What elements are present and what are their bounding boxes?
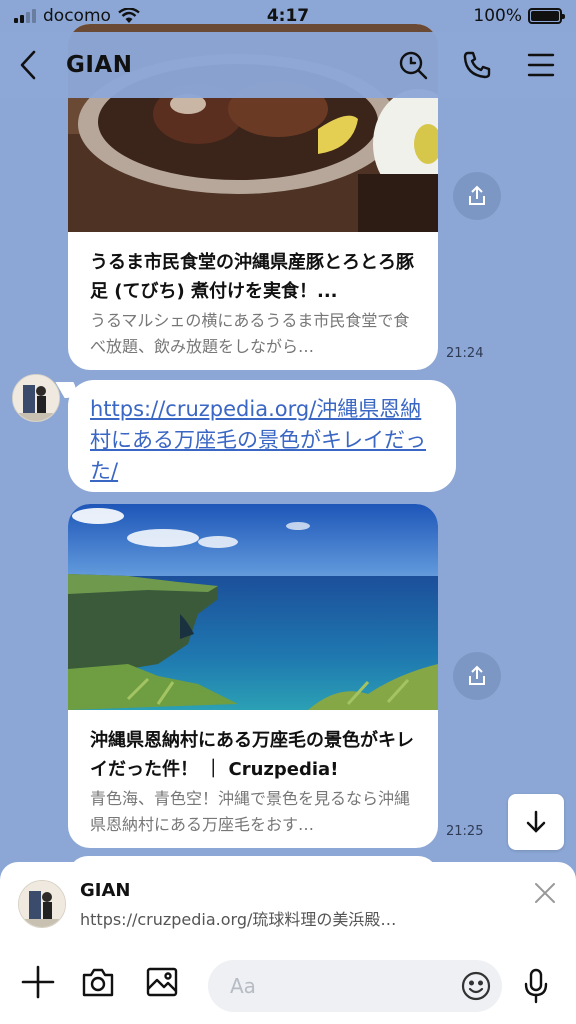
avatar <box>18 880 66 928</box>
search-button[interactable] <box>396 48 430 82</box>
message-time: 21:24 <box>446 346 484 361</box>
emoji-button[interactable] <box>456 966 496 1006</box>
emoji-icon <box>461 971 491 1001</box>
phone-icon <box>463 51 491 79</box>
share-button[interactable] <box>453 652 501 700</box>
menu-button[interactable] <box>524 48 558 82</box>
battery-icon <box>528 8 565 24</box>
status-bar: docomo 4:17 100% <box>0 0 576 32</box>
menu-icon <box>527 53 555 77</box>
image-icon <box>146 967 178 997</box>
reply-preview-text: https://cruzpedia.org/琉球料理の美浜殿… <box>80 910 397 929</box>
avatar[interactable] <box>12 374 60 422</box>
chat-title: GIAN <box>66 52 133 78</box>
scroll-to-bottom-button[interactable] <box>508 794 564 850</box>
microphone-button[interactable] <box>516 964 556 1008</box>
add-button[interactable] <box>16 960 60 1004</box>
link-preview-card[interactable]: 沖縄県恩納村にある万座毛の景色がキレイだった件！ ｜ Cruzpedia! 青色… <box>68 504 438 848</box>
signal-icon <box>14 9 36 23</box>
chat-area[interactable]: うるま市民食堂の沖縄県産豚とろとろ豚足 (てびち) 煮付けを実食！... うるマ… <box>0 0 576 862</box>
share-icon <box>469 665 485 685</box>
close-icon <box>535 883 555 903</box>
card-title: 沖縄県恩納村にある万座毛の景色がキレイだった件！ ｜ Cruzpedia! <box>90 730 414 780</box>
card-description: 青色海、青色空！沖縄で景色を見るなら沖縄県恩納村にある万座毛をおす… <box>90 789 411 834</box>
reply-sender-name: GIAN <box>80 880 131 901</box>
share-icon <box>469 185 485 205</box>
call-button[interactable] <box>460 48 494 82</box>
message-link[interactable]: https://cruzpedia.org/沖縄県恩納村にある万座毛の景色がキレ… <box>90 394 434 487</box>
arrow-down-icon <box>526 810 546 833</box>
reply-preview[interactable]: GIAN https://cruzpedia.org/琉球料理の美浜殿… <box>0 862 576 940</box>
search-icon <box>399 51 428 80</box>
battery-percent: 100% <box>473 6 522 26</box>
ocean-photo <box>68 504 438 710</box>
plus-icon <box>21 965 55 999</box>
card-title: うるま市民食堂の沖縄県産豚とろとろ豚足 (てびち) 煮付けを実食！... <box>90 252 414 302</box>
close-reply-button[interactable] <box>530 878 560 908</box>
wifi-icon <box>118 8 140 23</box>
back-button[interactable] <box>18 43 54 87</box>
share-button[interactable] <box>453 172 501 220</box>
message-time: 21:25 <box>446 824 484 839</box>
message-input-placeholder: Aa <box>230 974 256 998</box>
camera-button[interactable] <box>76 960 120 1004</box>
chat-header: GIAN <box>0 32 576 98</box>
card-description: うるマルシェの横にあるうるま市民食堂で食べ放題、飲み放題をしながら… <box>90 311 410 356</box>
link-message-bubble[interactable]: https://cruzpedia.org/沖縄県恩納村にある万座毛の景色がキレ… <box>68 380 456 492</box>
camera-icon <box>82 968 114 997</box>
status-time: 4:17 <box>266 6 310 26</box>
carrier-name: docomo <box>43 6 111 26</box>
microphone-icon <box>524 968 548 1004</box>
image-button[interactable] <box>140 960 184 1004</box>
chevron-left-icon <box>20 50 36 80</box>
